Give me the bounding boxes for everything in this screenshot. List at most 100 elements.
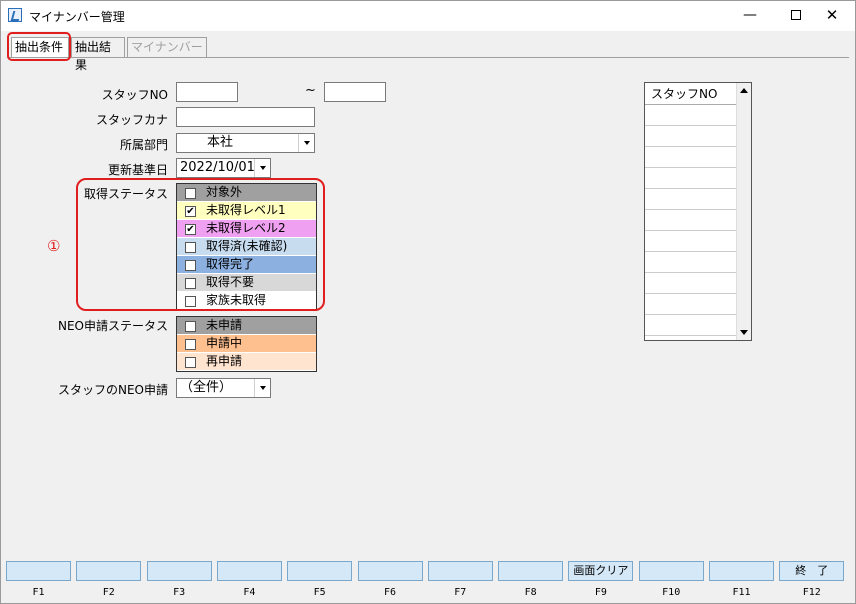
update-date-label: 更新基準日 xyxy=(107,163,168,177)
staff-list-row[interactable] xyxy=(645,210,736,231)
checkbox-icon[interactable] xyxy=(185,260,196,271)
staff-list-row[interactable] xyxy=(645,147,736,168)
fkey-f2-label: F2 xyxy=(102,587,115,598)
acq-status-item-label: 対象外 xyxy=(206,185,243,199)
fkey-f11-button[interactable] xyxy=(709,561,774,581)
fkey-f1-label: F1 xyxy=(32,587,45,598)
staff-no-to-input[interactable] xyxy=(324,82,386,102)
neo-status-item-label: 未申請 xyxy=(206,318,243,332)
checkbox-icon[interactable] xyxy=(185,357,196,368)
fkey-f7-button[interactable] xyxy=(427,561,493,581)
tab-my-number[interactable]: マイナンバー xyxy=(127,37,207,57)
staff-neo-value: （全件） xyxy=(180,380,233,395)
staff-list-row[interactable] xyxy=(645,273,736,294)
scroll-up-icon[interactable] xyxy=(740,88,748,93)
fkey-f4-button[interactable] xyxy=(216,561,282,581)
staff-list-row[interactable] xyxy=(645,189,736,210)
staff-list-row[interactable] xyxy=(645,168,736,189)
staff-list-row[interactable] xyxy=(645,252,736,273)
acq-status-item[interactable]: 取得済(未確認) xyxy=(177,238,316,256)
checkbox-icon[interactable] xyxy=(185,242,196,253)
staff-kana-input[interactable] xyxy=(176,107,315,127)
chevron-down-icon xyxy=(298,134,314,152)
update-date-picker[interactable]: 2022/10/01 xyxy=(176,158,271,178)
title-bar: マイナンバー管理 — ✕ xyxy=(1,1,855,31)
app-window: マイナンバー管理 — ✕ 抽出条件 抽出結果 マイナンバー スタッフNO ~ ス… xyxy=(0,0,856,604)
acq-status-item[interactable]: 取得不要 xyxy=(177,274,316,292)
dept-label: 所属部門 xyxy=(119,138,168,152)
fkey-f7-label: F7 xyxy=(454,587,467,598)
acq-status-label: 取得ステータス xyxy=(83,187,168,201)
fkey-f5-label: F5 xyxy=(313,587,326,598)
checkbox-icon[interactable] xyxy=(185,339,196,350)
fkey-f10-button[interactable] xyxy=(638,561,704,581)
fkey-f1-button[interactable] xyxy=(6,561,71,581)
acq-status-item-label: 取得完了 xyxy=(206,257,255,271)
neo-status-checklist: 未申請申請中 再申請 xyxy=(176,316,317,372)
acq-status-item[interactable]: 対象外 xyxy=(177,184,316,202)
acq-status-item-label: 家族未取得 xyxy=(206,293,267,307)
acq-status-item-label: 取得済(未確認) xyxy=(206,239,288,253)
checkbox-icon[interactable] xyxy=(185,188,196,199)
checkbox-checked-icon[interactable]: ✔ xyxy=(185,206,196,217)
staff-no-label: スタッフNO xyxy=(101,88,168,102)
fkey-f3-label: F3 xyxy=(173,587,186,598)
tab-extract-conditions[interactable]: 抽出条件 xyxy=(11,37,69,57)
maximize-icon xyxy=(791,10,801,20)
acq-status-item-label: 未取得レベル2 xyxy=(206,221,286,235)
staff-list-row[interactable] xyxy=(645,105,736,126)
acq-status-checklist: 対象外 ✔ 未取得レベル1 ✔ 未取得レベル2 取得済(未確認) 取得完了取得不要家族未取得 xyxy=(176,183,317,311)
fkey-f2-button[interactable] xyxy=(76,561,142,581)
fkey-f10-label: F10 xyxy=(662,587,681,598)
acq-status-item[interactable]: ✔ 未取得レベル2 xyxy=(177,220,316,238)
chevron-down-icon xyxy=(254,159,270,177)
dept-select-value: 本社 xyxy=(207,135,234,150)
neo-status-item[interactable]: 未申請 xyxy=(177,317,316,335)
staff-list-row[interactable] xyxy=(645,231,736,252)
scroll-down-icon[interactable] xyxy=(740,330,748,335)
fkey-f5-button[interactable] xyxy=(287,561,353,581)
fkey-f8-button[interactable] xyxy=(498,561,564,581)
fkey-f11-label: F11 xyxy=(732,587,751,598)
tab-divider xyxy=(7,57,849,58)
range-tilde: ~ xyxy=(305,83,316,98)
neo-status-label: NEO申請ステータス xyxy=(57,319,168,333)
checkbox-icon[interactable] xyxy=(185,278,196,289)
acq-status-item[interactable]: 取得完了 xyxy=(177,256,316,274)
staff-neo-select[interactable]: （全件） xyxy=(176,378,271,398)
tab-extract-results[interactable]: 抽出結果 xyxy=(71,37,125,72)
staff-list-scrollbar[interactable] xyxy=(736,83,751,340)
fkey-f3-button[interactable] xyxy=(146,561,212,581)
acq-status-item[interactable]: ✔ 未取得レベル1 xyxy=(177,202,316,220)
staff-list-row[interactable] xyxy=(645,126,736,147)
staff-no-from-input[interactable] xyxy=(176,82,238,102)
close-button[interactable]: ✕ xyxy=(809,1,855,31)
staff-no-list[interactable]: スタッフNO xyxy=(644,82,752,341)
neo-status-item-label: 再申請 xyxy=(206,354,243,368)
staff-list-header: スタッフNO xyxy=(645,83,736,105)
staff-list-row[interactable] xyxy=(645,294,736,315)
dept-select[interactable]: 本社 xyxy=(176,133,315,153)
checkbox-icon[interactable] xyxy=(185,321,196,332)
app-icon xyxy=(8,8,22,22)
checkbox-icon[interactable] xyxy=(185,296,196,307)
staff-kana-label: スタッフカナ xyxy=(95,113,168,127)
acq-status-item-label: 未取得レベル1 xyxy=(206,203,286,217)
fkey-f6-button[interactable] xyxy=(357,561,423,581)
acq-status-item[interactable]: 家族未取得 xyxy=(177,292,316,310)
fkey-f4-label: F4 xyxy=(243,587,256,598)
window-title: マイナンバー管理 xyxy=(29,10,125,24)
neo-status-item[interactable]: 再申請 xyxy=(177,353,316,371)
update-date-value: 2022/10/01 xyxy=(180,160,255,175)
fkey-f12-button[interactable]: 終 了 xyxy=(779,561,845,581)
chevron-down-icon xyxy=(254,379,270,397)
acq-status-item-label: 取得不要 xyxy=(206,275,255,289)
fkey-f6-label: F6 xyxy=(383,587,397,598)
checkbox-checked-icon[interactable]: ✔ xyxy=(185,224,196,235)
staff-list-row[interactable] xyxy=(645,315,736,336)
neo-status-item[interactable]: 申請中 xyxy=(177,335,316,353)
fkey-f9-button[interactable]: 画面クリア xyxy=(568,561,634,581)
minimize-button[interactable]: — xyxy=(727,1,773,31)
fkey-f12-label: F12 xyxy=(802,587,821,598)
staff-neo-label: スタッフのNEO申請 xyxy=(57,383,168,397)
